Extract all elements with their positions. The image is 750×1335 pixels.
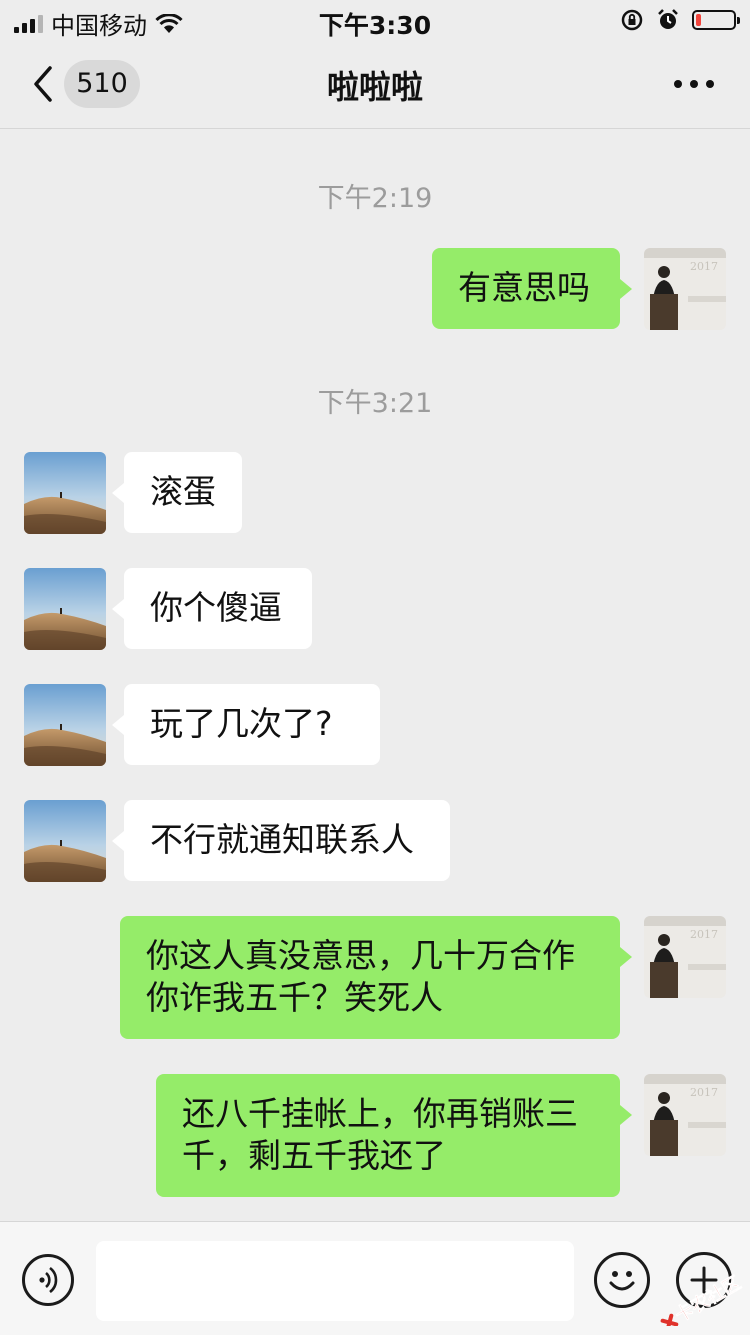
unread-count-badge[interactable]: 510	[64, 60, 140, 108]
avatar-year-label: 2017	[690, 928, 718, 941]
ellipsis-icon[interactable]	[674, 80, 714, 88]
voice-icon	[39, 1266, 58, 1294]
message-bubble-contact[interactable]: 不行就通知联系人	[112, 800, 450, 881]
battery-icon	[692, 10, 740, 30]
message-input[interactable]	[96, 1241, 574, 1321]
alarm-icon	[658, 9, 678, 29]
timestamp: 下午2:19	[317, 183, 433, 214]
self-avatar[interactable]: 2017	[644, 1074, 726, 1156]
message-list[interactable]: 下午2:19 有意思吗 2017 下午3:21 滚蛋 你个傻逼 玩了几次了? 不…	[0, 129, 750, 1220]
watermark-text: 卡农社区	[671, 1272, 744, 1326]
rotation-lock-icon	[621, 9, 643, 31]
emoji-icon	[609, 1271, 635, 1291]
status-right	[620, 8, 740, 32]
message-bubble-contact[interactable]: 玩了几次了?	[112, 684, 380, 765]
battery-level	[696, 14, 701, 26]
chevron-left-icon[interactable]	[30, 64, 56, 104]
voice-input-button[interactable]	[22, 1254, 74, 1306]
self-avatar[interactable]: 2017	[644, 916, 726, 998]
contact-avatar[interactable]	[24, 452, 106, 534]
avatar-year-label: 2017	[690, 260, 718, 273]
contact-avatar[interactable]	[24, 568, 106, 650]
message-bubble-self[interactable]: 有意思吗	[432, 248, 632, 329]
nav-bar: 510 啦啦啦	[0, 40, 750, 129]
watermark-logo: 卡农社区	[660, 1271, 745, 1326]
avatar-year-label: 2017	[690, 1086, 718, 1099]
message-bubble-self[interactable]: 还八千挂帐上，你再销账三千，剩五千我还了	[156, 1074, 632, 1197]
emoji-button[interactable]	[594, 1252, 650, 1308]
message-bubble-contact[interactable]: 你个傻逼	[112, 568, 312, 649]
self-avatar[interactable]: 2017	[644, 248, 726, 330]
contact-avatar[interactable]	[24, 684, 106, 766]
contact-avatar[interactable]	[24, 800, 106, 882]
timestamp: 下午3:21	[317, 388, 433, 419]
status-bar: 中国移动 下午3:30	[0, 0, 750, 40]
input-bar	[0, 1221, 750, 1335]
message-bubble-contact[interactable]: 滚蛋	[112, 452, 242, 533]
message-bubble-self[interactable]: 你这人真没意思，几十万合作你诈我五千？笑死人	[120, 916, 632, 1039]
